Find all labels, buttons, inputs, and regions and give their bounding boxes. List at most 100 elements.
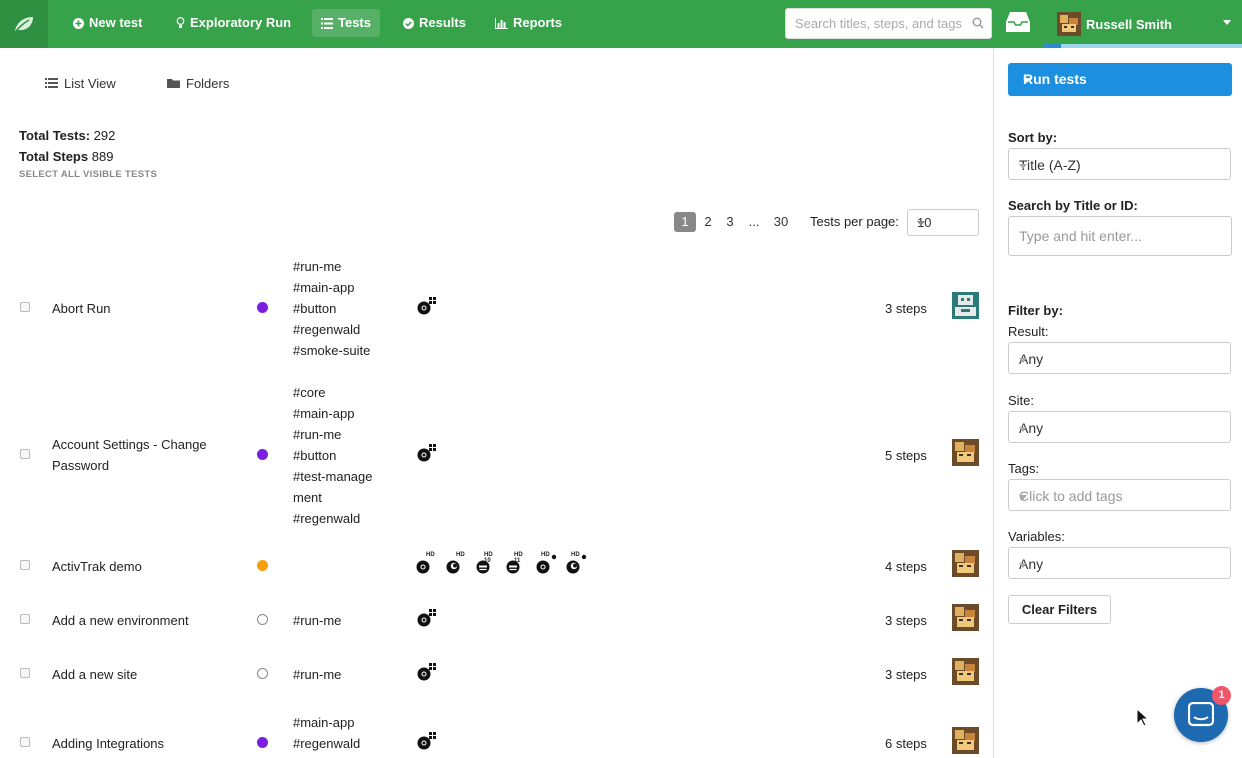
browser-list: HD HD HD 10 HD 11 HD HD xyxy=(415,552,587,575)
browser-hd-label: HD 11 xyxy=(514,552,523,564)
run-tests-label: Run tests xyxy=(1023,71,1087,87)
chrome-windows-icon xyxy=(417,609,436,627)
nav-reports[interactable]: Reports xyxy=(486,9,571,37)
tag-list: #run-me xyxy=(293,664,341,685)
page-2-button[interactable]: 2 xyxy=(702,212,714,232)
tag-list: #main-app #regenwald xyxy=(293,712,360,754)
chrome-windows-icon xyxy=(417,663,436,681)
step-count: 5 steps xyxy=(885,448,927,463)
page-30-button[interactable]: 30 xyxy=(773,212,789,232)
tab-list-view-label: List View xyxy=(64,76,116,91)
browser-list xyxy=(415,443,437,463)
tag[interactable]: #main-app xyxy=(293,403,378,424)
tag[interactable]: #core xyxy=(293,382,378,403)
browser-list xyxy=(415,662,437,682)
user-menu[interactable]: Russell Smith xyxy=(1044,0,1242,48)
browser-list xyxy=(415,296,437,316)
tag[interactable]: #run-me xyxy=(293,610,341,631)
global-search-input[interactable] xyxy=(786,9,966,38)
step-count: 3 steps xyxy=(885,301,927,316)
nav-new-test[interactable]: New test xyxy=(64,9,151,37)
author-avatar[interactable] xyxy=(952,439,979,466)
chrome-windows-icon xyxy=(417,297,436,315)
tag[interactable]: #main-app xyxy=(293,712,360,733)
tab-folders[interactable]: Folders xyxy=(167,76,229,91)
check-circle-icon xyxy=(403,17,414,29)
author-avatar[interactable] xyxy=(952,604,979,631)
tag[interactable]: #regenwald xyxy=(293,508,378,529)
select-all-visible-link[interactable]: SELECT ALL VISIBLE TESTS xyxy=(19,169,157,180)
sort-select[interactable]: Title (A-Z) xyxy=(1008,148,1231,180)
browser-hd-label: HD xyxy=(426,552,435,558)
tag[interactable]: #smoke-suite xyxy=(293,340,370,361)
step-count: 4 steps xyxy=(885,559,927,574)
tag[interactable]: #run-me xyxy=(293,424,378,445)
nav-tests[interactable]: Tests xyxy=(312,9,380,37)
tag[interactable]: #run-me xyxy=(293,256,370,277)
tab-list-view[interactable]: List View xyxy=(45,76,116,91)
page-1-button[interactable]: 1 xyxy=(674,212,696,232)
total-tests-label: Total Tests: xyxy=(19,128,91,143)
inbox-icon[interactable] xyxy=(1005,11,1031,36)
test-title[interactable]: Add a new site xyxy=(52,664,137,685)
run-tests-button[interactable]: Run tests xyxy=(1008,63,1232,96)
filter-by-label: Filter by: xyxy=(1008,303,1063,318)
site-select[interactable]: Any xyxy=(1008,411,1231,443)
site-label: Site: xyxy=(1008,393,1035,408)
nav-results-label: Results xyxy=(419,15,466,30)
search-title-label: Search by Title or ID: xyxy=(1008,198,1138,213)
row-checkbox[interactable] xyxy=(20,449,30,459)
nav-exploratory-run[interactable]: Exploratory Run xyxy=(167,9,300,37)
nav-reports-label: Reports xyxy=(513,15,563,30)
author-avatar[interactable] xyxy=(952,658,979,685)
tag-list: #run-me xyxy=(293,610,341,631)
nav-tests-label: Tests xyxy=(338,15,371,30)
search-title-field[interactable] xyxy=(1008,216,1232,256)
clear-filters-button[interactable]: Clear Filters xyxy=(1008,595,1111,624)
tag[interactable]: #regenwald xyxy=(293,733,360,754)
global-search[interactable] xyxy=(785,8,992,39)
author-avatar[interactable] xyxy=(952,727,979,754)
test-title[interactable]: ActivTrak demo xyxy=(52,556,142,577)
row-checkbox[interactable] xyxy=(20,560,30,570)
test-title[interactable]: Account Settings - Change Password xyxy=(52,434,232,476)
nav-results[interactable]: Results xyxy=(394,9,475,37)
author-avatar[interactable] xyxy=(952,292,979,319)
tag[interactable]: #test-management xyxy=(293,466,378,508)
total-tests-value: 292 xyxy=(93,128,116,143)
tag[interactable]: #button xyxy=(293,445,378,466)
tag[interactable]: #main-app xyxy=(293,277,370,298)
tag[interactable]: #button xyxy=(293,298,370,319)
search-icon[interactable] xyxy=(972,17,984,32)
chrome-windows-icon xyxy=(417,444,436,462)
status-dot xyxy=(257,614,268,625)
row-checkbox[interactable] xyxy=(20,302,30,312)
tags-label: Tags: xyxy=(1008,461,1040,476)
result-select[interactable]: Any xyxy=(1008,342,1231,374)
step-count: 3 steps xyxy=(885,667,927,682)
status-dot xyxy=(257,449,268,460)
test-title[interactable]: Add a new environment xyxy=(52,610,189,631)
tags-select[interactable]: Click to add tags xyxy=(1008,479,1231,511)
variables-select[interactable]: Any xyxy=(1008,547,1231,579)
logo-button[interactable] xyxy=(0,0,48,48)
browser-list xyxy=(415,608,437,628)
row-checkbox[interactable] xyxy=(20,737,30,747)
chevron-down-icon xyxy=(1019,358,1027,363)
search-title-input[interactable] xyxy=(1009,217,1209,255)
row-checkbox[interactable] xyxy=(20,614,30,624)
author-avatar[interactable] xyxy=(952,550,979,577)
list-icon xyxy=(321,17,333,29)
row-checkbox[interactable] xyxy=(20,668,30,678)
page-3-button[interactable]: 3 xyxy=(724,212,736,232)
nav-new-test-label: New test xyxy=(89,15,143,30)
per-page-select[interactable]: 10 xyxy=(907,209,979,236)
tag[interactable]: #regenwald xyxy=(293,319,370,340)
tag-list: #run-me #main-app #button #regenwald #sm… xyxy=(293,256,370,361)
test-title[interactable]: Abort Run xyxy=(52,298,111,319)
result-label: Result: xyxy=(1008,324,1049,339)
tab-folders-label: Folders xyxy=(186,76,230,91)
tag[interactable]: #run-me xyxy=(293,664,341,685)
chevron-down-icon[interactable] xyxy=(1023,78,1031,83)
test-title[interactable]: Adding Integrations xyxy=(52,733,164,754)
